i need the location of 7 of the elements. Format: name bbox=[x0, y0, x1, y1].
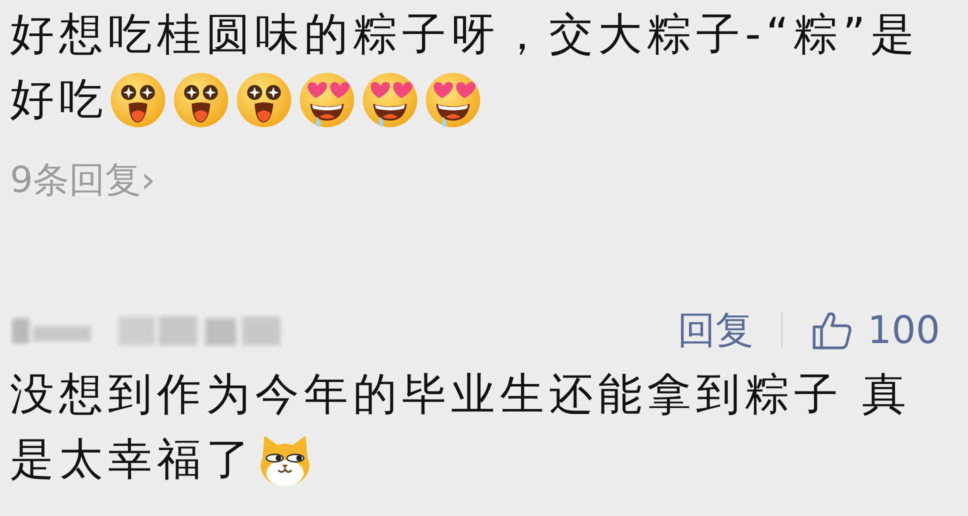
comment-text: 没想到作为今年的毕业生还能拿到粽子 真 bbox=[10, 368, 911, 420]
comment-text: 好想吃桂圆味的粽子呀，交大粽子-“粽”是 bbox=[10, 8, 920, 60]
comment-text: 好吃 bbox=[10, 74, 108, 126]
replies-link[interactable]: 9条回复› bbox=[10, 160, 156, 201]
reply-button[interactable]: 回复 bbox=[677, 304, 754, 356]
like-count: 100 bbox=[867, 308, 940, 352]
comment-text: 是太幸福了 bbox=[10, 434, 255, 486]
